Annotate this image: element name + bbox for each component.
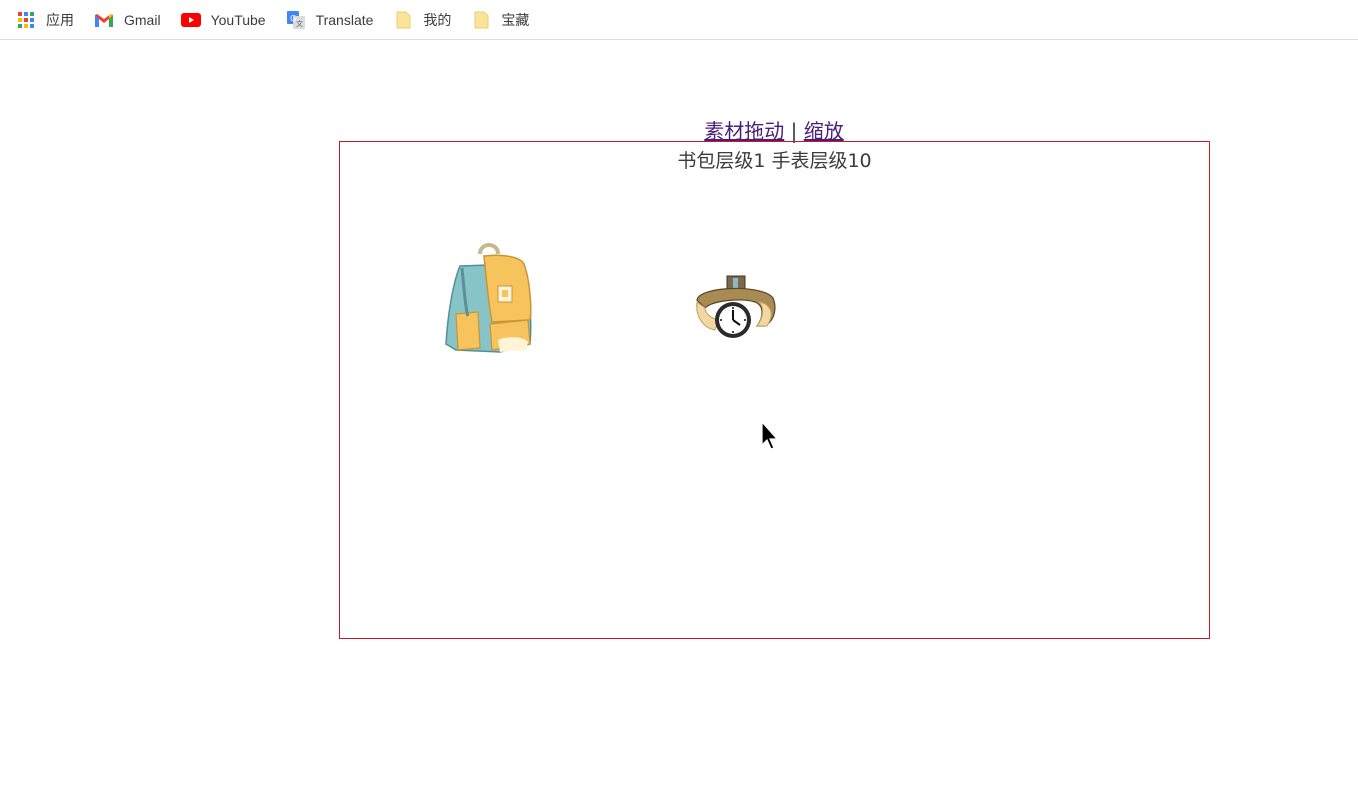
bookmark-youtube-label: YouTube [210, 11, 266, 28]
bookmark-folder-mine-label: 我的 [423, 11, 452, 28]
link-separator: | [790, 119, 798, 143]
bookmark-gmail-label: Gmail [124, 11, 161, 28]
folder-icon [471, 10, 491, 30]
backpack-image[interactable] [440, 240, 536, 354]
bookmark-folder-mine[interactable]: 我的 [393, 6, 451, 34]
bookmark-apps[interactable]: 应用 [16, 6, 74, 34]
page-nav-links: 素材拖动 | 缩放 [0, 115, 1358, 144]
gmail-icon [94, 10, 114, 30]
translate-icon: G 文 [286, 10, 306, 30]
bookmark-folder-treasure[interactable]: 宝藏 [471, 6, 529, 34]
bookmark-gmail[interactable]: Gmail [94, 6, 161, 34]
drag-stage: 书包层级1 手表层级10 [339, 141, 1210, 639]
youtube-icon [180, 10, 201, 30]
apps-grid-icon [16, 10, 36, 30]
bookmark-youtube[interactable]: YouTube [180, 6, 266, 34]
watch-image[interactable] [693, 274, 777, 342]
svg-text:文: 文 [296, 19, 303, 28]
zoom-link[interactable]: 缩放 [804, 119, 844, 143]
bookmarks-bar: 应用 Gmail YouTube G 文 Translate 我的 宝藏 [0, 0, 1358, 40]
folder-icon [393, 10, 413, 30]
drag-link[interactable]: 素材拖动 [704, 119, 784, 143]
mouse-cursor-icon [761, 420, 779, 451]
bookmark-translate[interactable]: G 文 Translate [286, 6, 374, 34]
bookmark-apps-label: 应用 [46, 11, 74, 28]
bookmark-folder-treasure-label: 宝藏 [501, 11, 530, 28]
bookmark-translate-label: Translate [315, 11, 374, 28]
layer-caption: 书包层级1 手表层级10 [677, 150, 872, 172]
